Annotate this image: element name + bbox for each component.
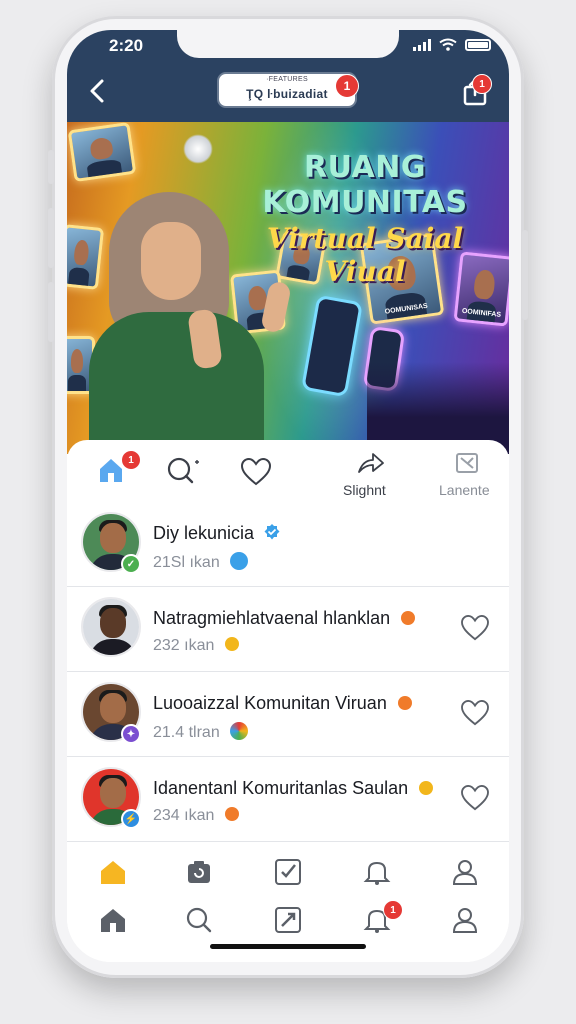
like-heart-icon[interactable]: [461, 700, 489, 726]
hero-banner: OOMUNISAS OOMINIFAS RUANG KOMUNITAS Virt…: [67, 122, 509, 454]
hero-title: RUANG KOMUNITAS Virtual Saial Viual: [225, 150, 505, 288]
bottom-navigation: 1: [67, 846, 509, 962]
status-icons: [413, 38, 491, 51]
item-title: Diy lekunicia: [153, 523, 281, 544]
item-title: Idanentanl Komuritanlas Saulan: [153, 778, 434, 799]
online-badge-icon: ✓: [121, 554, 141, 574]
camera-notch: [177, 30, 399, 58]
verified-icon: [264, 524, 280, 540]
light-orb: [183, 134, 213, 164]
peach-emoji-icon: [401, 611, 416, 625]
item-meta: 234 ıkan: [153, 807, 239, 825]
title-notification-badge: 1: [335, 74, 359, 98]
search-icon[interactable]: [167, 456, 201, 486]
signal-icon: [413, 39, 431, 51]
item-title-text: Idanentanl Komuritanlas Saulan: [153, 778, 409, 798]
volume-up-button: [48, 208, 54, 268]
hand-emoji-icon: [224, 637, 239, 651]
list-item[interactable]: ✦ Luooaizzal Komunitan Viruan 21.4 tlran: [67, 672, 509, 757]
item-meta: 232 ıkan: [153, 637, 239, 655]
avatar[interactable]: [81, 597, 141, 657]
community-feed: ✓ Diy lekunicia 21Sl ıkan Natragmiehlatv…: [67, 502, 509, 862]
back-button[interactable]: [85, 78, 111, 104]
list-item[interactable]: Natragmiehlatvaenal hlanklan 232 ıkan: [67, 587, 509, 672]
item-title: Luooaizzal Komunitan Viruan: [153, 693, 412, 714]
share-arrow-icon[interactable]: [357, 452, 385, 474]
battery-icon: [465, 39, 491, 51]
lightning-badge-icon: ⚡: [121, 809, 141, 829]
notifications-badge: 1: [383, 900, 403, 920]
wifi-icon: [439, 38, 457, 51]
edit-icon[interactable]: [274, 858, 302, 886]
home-outline-icon[interactable]: [99, 906, 127, 934]
item-meta-text: 21.4 tlran: [153, 724, 220, 741]
peach-emoji-icon: [397, 696, 412, 710]
item-meta-text: 21Sl ıkan: [153, 554, 220, 571]
share-tab-label[interactable]: Slighnt: [343, 482, 386, 498]
hero-title-line-1: RUANG KOMUNITAS: [262, 150, 468, 220]
item-title-text: Diy lekunicia: [153, 523, 255, 543]
search-nav-icon[interactable]: [185, 906, 213, 934]
power-button: [522, 230, 528, 320]
like-heart-icon[interactable]: [461, 615, 489, 641]
notification-bell-icon[interactable]: [363, 858, 391, 886]
page-title: ŢQ ŀbuizadiat: [246, 87, 328, 101]
profile-icon[interactable]: [451, 858, 479, 886]
lemon-emoji-icon: [419, 781, 434, 795]
heart-icon[interactable]: [241, 458, 271, 486]
list-item[interactable]: ✓ Diy lekunicia 21Sl ıkan: [67, 502, 509, 587]
item-meta-text: 234 ıkan: [153, 807, 215, 824]
item-title-text: Luooaizzal Komunitan Viruan: [153, 693, 387, 713]
create-post-icon[interactable]: [274, 906, 302, 934]
camera-icon[interactable]: [185, 858, 213, 886]
account-icon[interactable]: [451, 906, 479, 934]
mute-switch: [48, 150, 54, 184]
action-toolbar: 1 Slighnt Lanente: [67, 446, 509, 500]
content-sheet: 1 Slighnt Lanente ✓ Diy lekunicia 21Sl ı…: [67, 440, 509, 962]
volume-down-button: [48, 282, 54, 342]
item-title: Natragmiehlatvaenal hlanklan: [153, 608, 416, 629]
sparkle-badge-icon: ✦: [121, 724, 141, 744]
hero-title-line-2: Virtual Saial Viual: [266, 222, 464, 288]
home-indicator[interactable]: [210, 944, 366, 949]
google-icon: [230, 722, 249, 740]
profile-card-1: [67, 122, 137, 183]
status-time: 2:20: [109, 36, 144, 55]
list-item[interactable]: ⚡ Idanentanl Komuritanlas Saulan 234 ıka…: [67, 757, 509, 842]
peach-emoji-icon: [224, 807, 239, 821]
bookmark-x-icon[interactable]: [455, 452, 479, 474]
item-title-text: Natragmiehlatvaenal hlanklan: [153, 608, 391, 628]
app-screen: 2:20 ·FEATURES ŢQ ŀbuizadiat 1 1 OOMUNIS…: [67, 30, 509, 962]
lanente-tab-label[interactable]: Lanente: [439, 482, 490, 498]
share-badge: 1: [472, 74, 492, 94]
like-heart-icon[interactable]: [461, 785, 489, 811]
home-tab-badge: 1: [121, 450, 141, 470]
check-emoji-icon: [230, 552, 249, 570]
item-meta-text: 232 ıkan: [153, 637, 215, 654]
home-filled-icon[interactable]: [99, 858, 127, 886]
item-meta: 21Sl ıkan: [153, 552, 249, 572]
item-meta: 21.4 tlran: [153, 722, 249, 742]
